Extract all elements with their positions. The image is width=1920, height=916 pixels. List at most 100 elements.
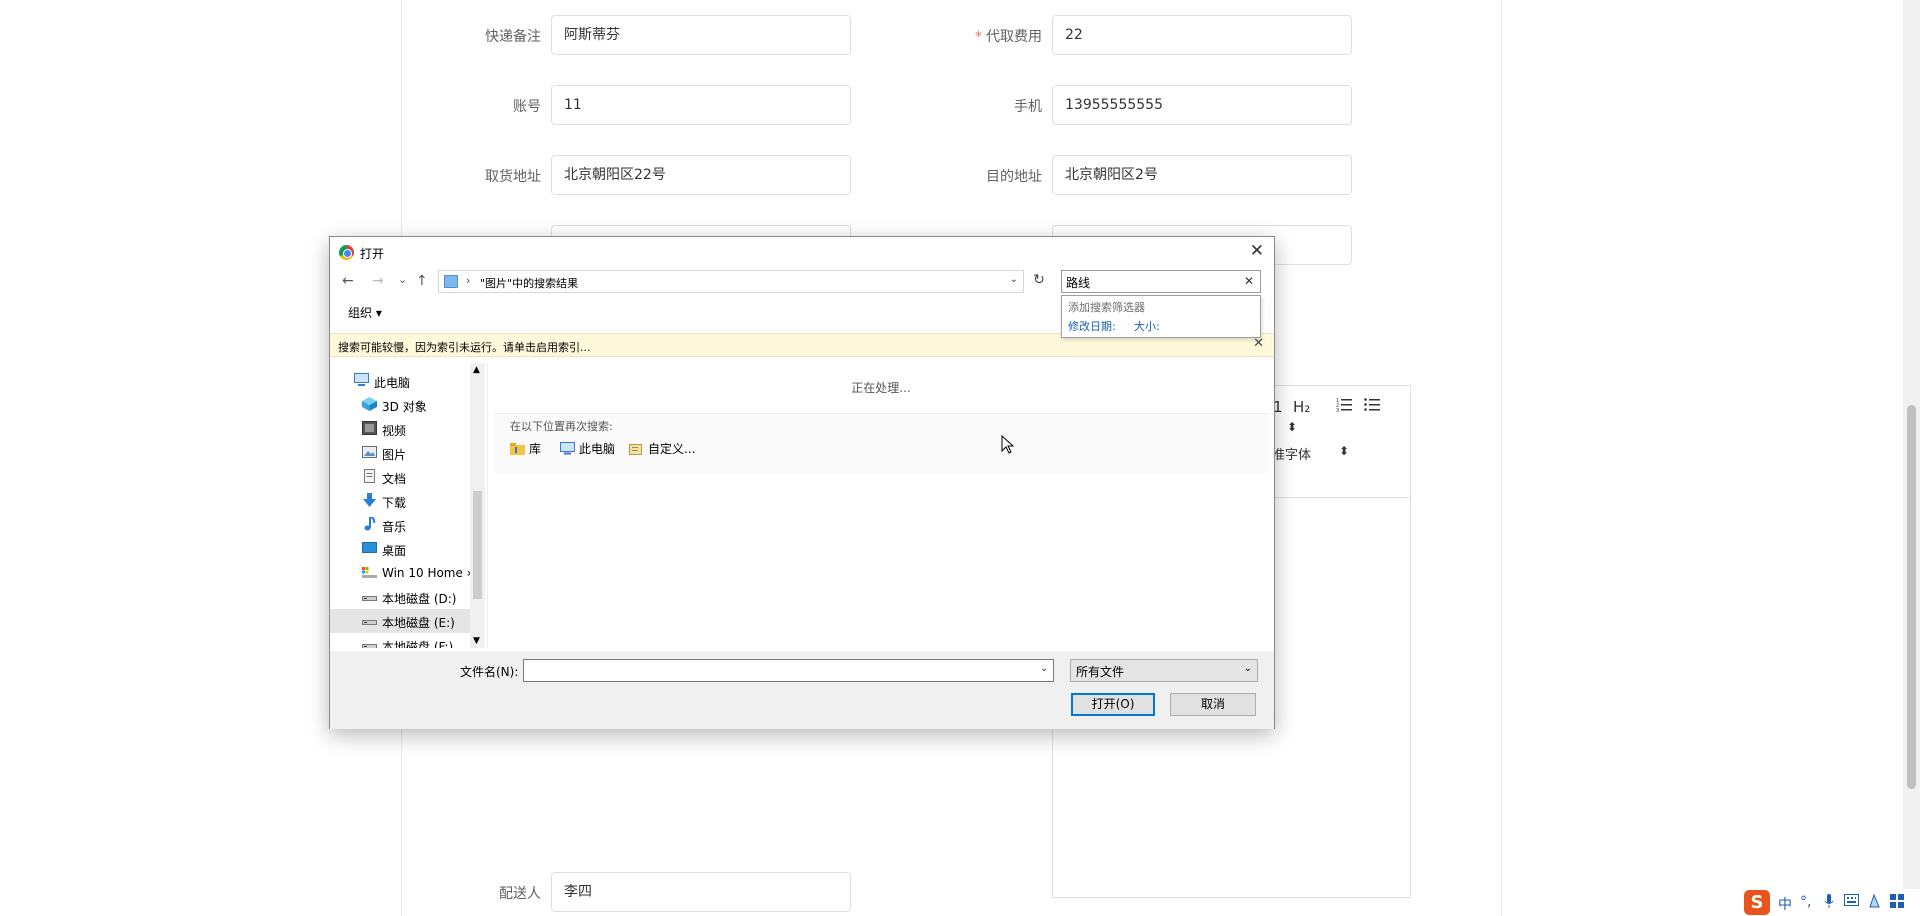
filename-dropdown-icon[interactable]: ⌄ [1040,663,1048,674]
heading-2-button[interactable]: H₂ [1293,398,1310,416]
computer-icon [354,373,369,387]
forward-icon[interactable]: → [372,273,384,289]
tree-item-drive-f[interactable]: 本地磁盘 (F:) [362,633,485,648]
pickup-address-input[interactable]: 北京朝阳区22号 [551,155,851,195]
mouse-cursor-icon [1001,435,1015,454]
file-type-dropdown-icon: ⌄ [1243,663,1252,674]
page-scrollbar-thumb[interactable] [1907,405,1916,789]
tree-item-documents[interactable]: 文档 [362,465,485,489]
scroll-up-icon[interactable]: ▲ [473,365,480,375]
fee-label: * 代取费用 [975,29,1042,45]
font-select[interactable]: 准字体 [1272,444,1311,463]
tree-item-desktop[interactable]: 桌面 [362,537,485,561]
recent-locations-icon[interactable]: ⌄ [398,273,407,286]
filename-label: 文件名(N): [460,665,519,679]
ime-toolbox-icon[interactable] [1890,894,1904,912]
drive-c-icon [362,565,377,579]
close-icon[interactable]: ✕ [1250,241,1264,261]
index-warning-text[interactable]: 搜索可能较慢，因为索引未运行。请单击启用索引... [338,339,591,355]
search-again-custom[interactable]: 自定义... [629,440,695,457]
size-select-arrows-icon[interactable]: ⬍ [1287,420,1297,434]
tree-item-downloads[interactable]: 下载 [362,489,485,513]
svg-text:3: 3 [1336,408,1339,412]
tree-item-drive-e[interactable]: 本地磁盘 (E:) [330,609,470,633]
open-button[interactable]: 打开(O) [1071,693,1155,716]
keyboard-icon[interactable] [1844,894,1859,910]
desktop-icon [362,541,377,555]
sogou-ime-icon[interactable]: S [1744,890,1770,915]
search-filter-dropdown: 添加搜索筛选器 修改日期: 大小: [1061,295,1261,338]
back-icon[interactable]: ← [342,273,354,289]
address-bar[interactable]: › "图片"中的搜索结果 ⌄ [438,270,1024,293]
download-icon [362,493,377,507]
search-again-library[interactable]: 库 [510,440,541,457]
address-dropdown-icon[interactable]: ⌄ [1010,274,1018,285]
search-folder-icon [444,275,458,288]
clear-search-icon[interactable]: ✕ [1244,274,1254,288]
search-again-section: 在以下位置再次搜索: 库 此电脑 自定义... [494,413,1269,473]
library-icon [510,442,525,455]
3d-objects-icon [362,397,377,411]
computer-icon [560,442,575,455]
nav-pane-scrollbar-thumb[interactable] [473,491,482,599]
ime-mode-toggle[interactable]: 中 [1778,894,1792,914]
ordered-list-icon[interactable]: 123 [1336,396,1352,416]
phone-input[interactable]: 13955555555 [1052,85,1352,125]
dialog-nav-bar: ← → ⌄ ↑ › "图片"中的搜索结果 ⌄ ↻ ✕ [330,270,1274,296]
dialog-title: 打开 [360,247,385,261]
destination-address-input[interactable]: 北京朝阳区2号 [1052,155,1352,195]
tree-item-music[interactable]: 音乐 [362,513,485,537]
destination-address-label: 目的地址 [986,169,1042,185]
courier-input[interactable]: 李四 [551,872,851,912]
fee-input[interactable]: 22 [1052,15,1352,55]
dialog-title-bar[interactable]: 打开 ✕ [330,237,1274,267]
express-note-input[interactable]: 阿斯蒂芬 [551,15,851,55]
search-box[interactable]: ✕ [1061,270,1261,293]
microphone-icon[interactable] [1824,894,1834,913]
pickup-address-label: 取货地址 [485,169,541,185]
scroll-down-icon[interactable]: ▼ [473,636,480,646]
drive-icon [362,613,377,627]
tree-item-3d-objects[interactable]: 3D 对象 [362,393,485,417]
file-type-select[interactable]: 所有文件 ⌄ [1070,659,1258,682]
search-filter-hint: 添加搜索筛选器 [1068,301,1145,314]
file-list-pane[interactable]: 正在处理... 在以下位置再次搜索: 库 此电脑 自定义... [487,363,1274,648]
pictures-icon [362,445,377,459]
page-scrollbar[interactable] [1903,0,1920,916]
skin-icon[interactable] [1868,893,1881,912]
filename-input[interactable] [523,659,1054,682]
tree-item-drive-d[interactable]: 本地磁盘 (D:) [362,585,485,609]
dialog-bottom-bar: 文件名(N): ⌄ 所有文件 ⌄ 打开(O) 取消 [330,651,1274,729]
search-again-this-pc[interactable]: 此电脑 [560,440,615,457]
organize-menu[interactable]: 组织 ▾ [348,304,382,321]
tree-item-video[interactable]: 视频 [362,417,485,441]
music-icon [362,516,377,531]
ime-punctuation-toggle[interactable]: °, [1800,894,1811,910]
account-input[interactable]: 11 [551,85,851,125]
ime-tray: S 中 °, [1744,889,1920,916]
documents-icon [362,469,377,483]
search-again-title: 在以下位置再次搜索: [510,420,613,433]
up-icon[interactable]: ↑ [416,273,428,289]
font-select-arrows-icon[interactable]: ⬍ [1339,444,1349,458]
custom-folder-icon [629,442,644,455]
drive-icon [362,589,377,603]
breadcrumb[interactable]: "图片"中的搜索结果 [480,275,578,291]
breadcrumb-separator-icon: › [466,274,471,287]
tree-item-this-pc[interactable]: 此电脑 [354,369,485,393]
refresh-icon[interactable]: ↻ [1029,272,1049,292]
filter-size[interactable]: 大小: [1134,318,1160,334]
cancel-button[interactable]: 取消 [1170,693,1256,716]
courier-label: 配送人 [499,886,541,902]
search-input[interactable] [1066,273,1236,291]
file-open-dialog: 打开 ✕ ← → ⌄ ↑ › "图片"中的搜索结果 ⌄ ↻ ✕ 添加搜索筛选器 … [329,236,1275,729]
tree-item-drive-c[interactable]: Win 10 Home › [362,561,485,585]
tree-item-pictures[interactable]: 图片 [362,441,485,465]
unordered-list-icon[interactable] [1364,396,1380,416]
nav-pane-scrollbar[interactable]: ▲ ▼ [470,363,485,648]
navigation-pane: 此电脑 3D 对象 视频 图片 文档 下载 音乐 桌面 Win 10 Home … [330,363,485,648]
video-icon [362,421,377,435]
warning-close-icon[interactable]: ✕ [1253,336,1264,351]
processing-status: 正在处理... [851,381,911,395]
filter-modified-date[interactable]: 修改日期: [1068,318,1116,334]
